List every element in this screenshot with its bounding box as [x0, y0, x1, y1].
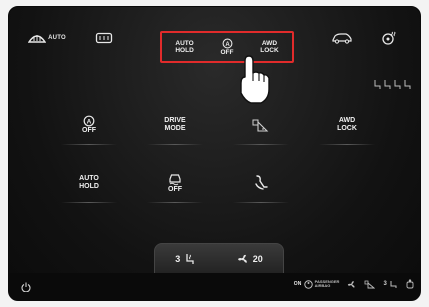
- quick-start-stop-off-button[interactable]: A OFF: [221, 38, 234, 56]
- quick-auto-hold-button[interactable]: AUTO HOLD: [175, 40, 193, 54]
- seat-heat-status: 3: [383, 280, 398, 289]
- infotainment-screen: AUTO AUTO HOLD A OFF AWD LOCK A OFF DRIV…: [8, 6, 421, 301]
- airbag-icon: [303, 279, 313, 289]
- steering-wheel-heat-icon: [381, 31, 397, 45]
- fan-speed-control[interactable]: 20: [237, 253, 263, 265]
- hill-descent-tile[interactable]: [223, 99, 299, 151]
- car-side-icon: [331, 32, 353, 44]
- passenger-airbag-text: PASSENGER AIRBAG: [314, 279, 340, 288]
- traction-control-off-tile[interactable]: OFF: [137, 157, 213, 209]
- auto-hold-label: AUTO HOLD: [79, 175, 99, 190]
- hill-descent-icon: [251, 117, 271, 133]
- drive-mode-tile[interactable]: DRIVE MODE: [137, 99, 213, 151]
- rear-defrost-icon: [95, 32, 113, 44]
- auto-start-stop-icon: A: [222, 38, 233, 49]
- airbag-on-label: ON: [293, 281, 302, 287]
- pointing-hand-icon: [233, 53, 273, 105]
- status-indicators: ON PASSENGER AIRBAG 3: [294, 279, 414, 289]
- seat-heat-control[interactable]: 3: [175, 253, 196, 265]
- rear-defrost-button[interactable]: [91, 23, 117, 53]
- front-defrost-icon: [28, 32, 47, 44]
- top-bar: AUTO AUTO HOLD A OFF AWD LOCK: [9, 7, 420, 65]
- fan-icon: [237, 253, 249, 265]
- awd-lock-label: AWD LOCK: [337, 117, 357, 132]
- tile-label: OFF: [82, 127, 96, 134]
- quick-awd-lock-button[interactable]: AWD LOCK: [260, 40, 278, 54]
- quick-auto-hold-label: AUTO HOLD: [175, 40, 194, 54]
- seat-heat-status-icon: [389, 280, 398, 289]
- fan-status-icon: [347, 280, 356, 289]
- svg-text:A: A: [225, 42, 230, 48]
- seatbelt-icon: [406, 279, 414, 289]
- seat-icon: [372, 79, 412, 91]
- seat-status-row: [372, 79, 412, 91]
- seat-adjust-icon: [252, 174, 270, 192]
- defrost-auto-label: AUTO: [48, 35, 66, 41]
- seat-adjust-tile[interactable]: [223, 157, 299, 209]
- status-bar: ON PASSENGER AIRBAG 3: [9, 273, 420, 300]
- svg-text:A: A: [87, 119, 92, 126]
- seat-heat-status-level: 3: [383, 281, 387, 287]
- auto-start-stop-icon: A: [83, 115, 95, 127]
- power-icon[interactable]: [21, 282, 31, 292]
- traction-control-icon: [167, 173, 183, 186]
- hvac-quick-panel: 3 20: [154, 243, 284, 273]
- hill-descent-status-icon: [364, 280, 376, 289]
- seat-heat-level: 3: [175, 253, 181, 264]
- seat-heat-icon: [184, 253, 196, 265]
- drive-mode-label: DRIVE MODE: [164, 117, 186, 132]
- heated-steering-button[interactable]: [377, 23, 401, 53]
- auto-hold-tile[interactable]: AUTO HOLD: [51, 157, 127, 209]
- auto-start-stop-off-tile[interactable]: A OFF: [51, 99, 127, 151]
- quick-off-label: OFF: [220, 49, 234, 56]
- awd-lock-tile[interactable]: AWD LOCK: [309, 99, 385, 151]
- traction-off-label: OFF: [168, 185, 182, 193]
- passenger-airbag-indicator: ON PASSENGER AIRBAG: [293, 279, 340, 289]
- fan-speed-value: 20: [252, 253, 263, 264]
- quick-awd-lock-label: AWD LOCK: [260, 40, 279, 54]
- quick-access-group: AUTO HOLD A OFF AWD LOCK: [160, 31, 294, 63]
- vehicle-view-button[interactable]: [327, 23, 357, 53]
- front-defrost-auto-button[interactable]: AUTO: [27, 23, 67, 53]
